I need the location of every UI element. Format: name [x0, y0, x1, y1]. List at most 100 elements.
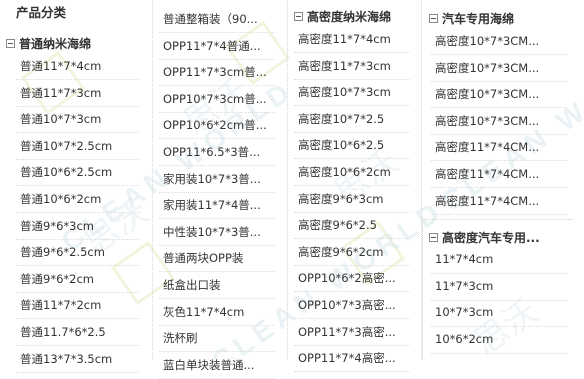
category-title[interactable]: 普通纳米海绵: [6, 35, 91, 52]
category-title[interactable]: 汽车专用海绵: [429, 10, 514, 27]
item-divider: [294, 344, 410, 346]
item-divider: [159, 111, 275, 113]
category-item[interactable]: 普通10*6*2.5cm: [20, 164, 112, 180]
collapse-icon[interactable]: [429, 233, 438, 242]
category-item[interactable]: 普通11.7*6*2.5: [20, 324, 106, 340]
item-divider: [294, 264, 410, 266]
item-divider: [431, 133, 567, 135]
category-item[interactable]: 中性装10*7*3普...: [163, 224, 261, 240]
item-divider: [16, 105, 140, 107]
category-item[interactable]: 家用装11*7*4普...: [163, 197, 261, 213]
category-item[interactable]: 普通11*7*4cm: [20, 58, 101, 74]
item-divider: [294, 238, 410, 240]
category-item[interactable]: 普通11*7*2cm: [20, 297, 101, 313]
item-divider: [159, 58, 275, 60]
category-item[interactable]: OPP10*7*3cm普...: [163, 91, 267, 107]
category-item[interactable]: 高密度10*7*3CM...: [435, 86, 539, 102]
category-item[interactable]: OPP10*7*3高密...: [298, 297, 396, 313]
category-item[interactable]: 普通11*7*3cm: [20, 85, 101, 101]
category-item[interactable]: 家用装10*7*3普...: [163, 171, 261, 187]
category-item[interactable]: 高密度10*6*2.5: [298, 137, 384, 153]
category-item[interactable]: OPP11*7*4普通...: [163, 38, 261, 54]
category-item[interactable]: 高密度11*7*4CM...: [435, 166, 539, 182]
category-item[interactable]: 高密度10*7*3CM...: [435, 113, 539, 129]
category-item[interactable]: 高密度11*7*4CM...: [435, 139, 539, 155]
category-item[interactable]: 高密度11*7*4CM...: [435, 193, 539, 209]
category-title[interactable]: 高密度汽车专用...: [429, 229, 540, 246]
item-divider: [159, 85, 275, 87]
item-divider: [16, 238, 140, 240]
category-item[interactable]: 普通10*7*2.5cm: [20, 138, 112, 154]
column-divider: [287, 0, 288, 359]
category-item[interactable]: 高密度11*7*3cm: [298, 58, 391, 74]
item-divider: [16, 212, 140, 213]
category-item[interactable]: 蓝白单块装普通...: [163, 357, 254, 373]
item-divider: [159, 218, 275, 220]
category-item[interactable]: 11*7*3cm: [435, 279, 493, 293]
item-divider: [159, 32, 275, 33]
category-title-label: 普通纳米海绵: [19, 37, 92, 51]
category-item[interactable]: 灰色11*7*4cm: [163, 304, 244, 320]
item-divider: [159, 165, 275, 166]
item-divider: [431, 80, 567, 82]
item-divider: [159, 324, 275, 326]
item-divider: [16, 79, 140, 80]
category-item[interactable]: 高密度9*6*3cm: [298, 191, 383, 207]
category-item[interactable]: OPP10*6*2高密...: [298, 270, 396, 286]
category-item[interactable]: 高密度10*6*2cm: [298, 164, 391, 180]
category-item[interactable]: 11*7*4cm: [435, 252, 493, 266]
category-item[interactable]: 高密度9*6*2cm: [298, 244, 383, 260]
item-divider: [159, 271, 275, 273]
item-divider: [431, 54, 567, 55]
item-divider: [16, 185, 140, 187]
column-divider: [152, 0, 153, 359]
category-item[interactable]: 10*7*3cm: [435, 305, 493, 319]
category-item[interactable]: 普通10*7*3cm: [20, 111, 101, 127]
item-divider: [159, 298, 275, 299]
item-divider: [431, 273, 567, 274]
category-item[interactable]: 高密度10*7*3CM...: [435, 33, 539, 49]
collapse-icon[interactable]: [6, 39, 15, 48]
category-item[interactable]: 洗杯刷: [163, 330, 198, 346]
item-divider: [431, 299, 567, 301]
item-divider: [294, 211, 410, 213]
category-title-label: 汽车专用海绵: [442, 12, 515, 26]
category-item[interactable]: 10*6*2cm: [435, 332, 493, 346]
item-divider: [294, 158, 410, 160]
category-item[interactable]: 高密度11*7*4cm: [298, 31, 391, 47]
category-item[interactable]: 高密度10*7*2.5: [298, 111, 384, 127]
item-divider: [16, 371, 140, 373]
item-divider: [16, 265, 140, 267]
category-item[interactable]: 普通9*6*3cm: [20, 218, 94, 234]
category-item[interactable]: 高密度9*6*2.5: [298, 217, 377, 233]
product-category-heading: 产品分类: [16, 5, 67, 20]
category-item[interactable]: 普通10*6*2cm: [20, 191, 101, 207]
category-item[interactable]: OPP11*7*4高密...: [298, 350, 396, 366]
item-divider: [431, 160, 567, 162]
item-divider: [16, 318, 140, 320]
category-item[interactable]: 普通9*6*2.5cm: [20, 244, 105, 260]
category-item[interactable]: OPP11*7*3cm普...: [163, 64, 267, 80]
category-item[interactable]: 普通9*6*2cm: [20, 271, 94, 287]
category-title[interactable]: 高密度纳米海绵: [294, 8, 391, 25]
item-divider: [294, 78, 410, 80]
category-item[interactable]: 纸盒出口装: [163, 277, 221, 293]
category-item[interactable]: 高密度10*7*3cm: [298, 84, 391, 100]
collapse-icon[interactable]: [429, 14, 438, 23]
item-divider: [16, 132, 140, 134]
item-divider: [431, 107, 567, 109]
category-item[interactable]: OPP11*7*3高密...: [298, 324, 396, 340]
item-divider: [159, 244, 275, 246]
category-item[interactable]: 高密度10*7*3CM...: [435, 60, 539, 76]
category-item[interactable]: OPP10*6*2cm普...: [163, 117, 267, 133]
item-divider: [294, 291, 410, 293]
collapse-icon[interactable]: [294, 12, 303, 21]
category-item[interactable]: 普通整箱装（90...: [163, 11, 258, 27]
item-divider: [16, 158, 140, 160]
category-item[interactable]: OPP11*6.5*3普...: [163, 144, 260, 160]
category-item[interactable]: 普通两块OPP装: [163, 250, 243, 266]
category-title-label: 高密度汽车专用...: [442, 231, 540, 245]
item-divider: [159, 351, 275, 353]
item-divider: [294, 131, 410, 133]
item-divider: [431, 213, 567, 215]
